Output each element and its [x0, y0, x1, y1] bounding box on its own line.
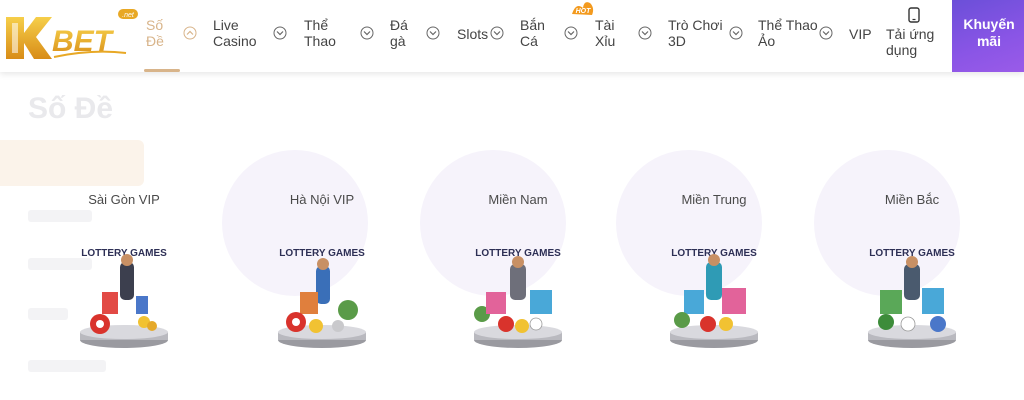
active-underline — [144, 69, 180, 72]
chevron-up-icon[interactable] — [183, 26, 197, 40]
promotions-button[interactable]: Khuyến mãi — [952, 0, 1024, 72]
game-title: Miền Nam — [488, 192, 548, 207]
nav-label: Thể Thao — [304, 17, 336, 49]
nav-label: Live Casino — [213, 17, 257, 49]
game-title: Miền Bắc — [884, 192, 940, 207]
nav-label: Trò Chơi 3D — [668, 17, 723, 49]
nav-item-so-de[interactable]: Số Đề — [140, 0, 184, 72]
download-app-button[interactable]: Tải ứng dụng — [878, 0, 942, 72]
kbet-logo[interactable]: BET .net — [2, 3, 140, 65]
chevron-down-icon[interactable] — [426, 26, 440, 40]
lottery-games-illustration: LOTTERY GAMES — [862, 240, 962, 352]
nav-label: Số Đề — [146, 17, 164, 49]
chevron-down-icon[interactable] — [360, 26, 374, 40]
lottery-games-illustration: LOTTERY GAMES — [468, 240, 568, 352]
phone-icon — [908, 7, 920, 23]
lottery-game-card[interactable]: Hà Nội VIP LOTTERY GAMES — [252, 188, 392, 358]
lottery-game-card[interactable]: Miền Nam LOTTERY GAMES — [448, 188, 588, 358]
chevron-down-icon[interactable] — [273, 26, 287, 40]
top-navbar: BET .net Số Đề Live Casino Thể Thao Đá g… — [0, 0, 1024, 72]
game-title: Miền Trung — [681, 192, 747, 207]
lottery-games-illustration: LOTTERY GAMES — [74, 240, 174, 352]
lottery-game-card[interactable]: Sài Gòn VIP LOTTERY GAMES — [54, 188, 194, 358]
faded-filter-button — [0, 140, 144, 186]
lottery-games-illustration: LOTTERY GAMES — [272, 240, 372, 352]
nav-label: Bắn Cá — [520, 17, 545, 49]
promotions-label: Khuyến mãi — [963, 16, 1015, 49]
download-label: Tải ứng dụng — [886, 26, 935, 58]
nav-label: Tài Xỉu — [595, 17, 616, 49]
chevron-down-icon[interactable] — [638, 26, 652, 40]
lottery-game-card[interactable]: Miền Bắc LOTTERY GAMES — [842, 188, 982, 358]
nav-item-vip[interactable]: VIP — [842, 0, 876, 72]
lottery-game-card[interactable]: Miền Trung LOTTERY GAMES — [644, 188, 784, 358]
chevron-down-icon[interactable] — [564, 26, 578, 40]
svg-text:LOTTERY GAMES: LOTTERY GAMES — [279, 248, 365, 259]
svg-text:HOT: HOT — [576, 8, 592, 15]
nav-label: Đá gà — [390, 17, 408, 49]
chevron-down-icon[interactable] — [490, 26, 504, 40]
game-title: Sài Gòn VIP — [88, 192, 160, 207]
nav-label: Thể Thao Ảo — [758, 17, 818, 49]
faded-text-line — [28, 360, 106, 372]
chevron-down-icon[interactable] — [819, 26, 833, 40]
game-title: Hà Nội VIP — [289, 192, 355, 207]
svg-text:.net: .net — [122, 12, 135, 19]
page-title: Số Đề — [28, 92, 114, 125]
lottery-games-illustration: LOTTERY GAMES — [664, 240, 764, 352]
nav-label: VIP — [849, 26, 872, 42]
chevron-down-icon[interactable] — [729, 26, 743, 40]
